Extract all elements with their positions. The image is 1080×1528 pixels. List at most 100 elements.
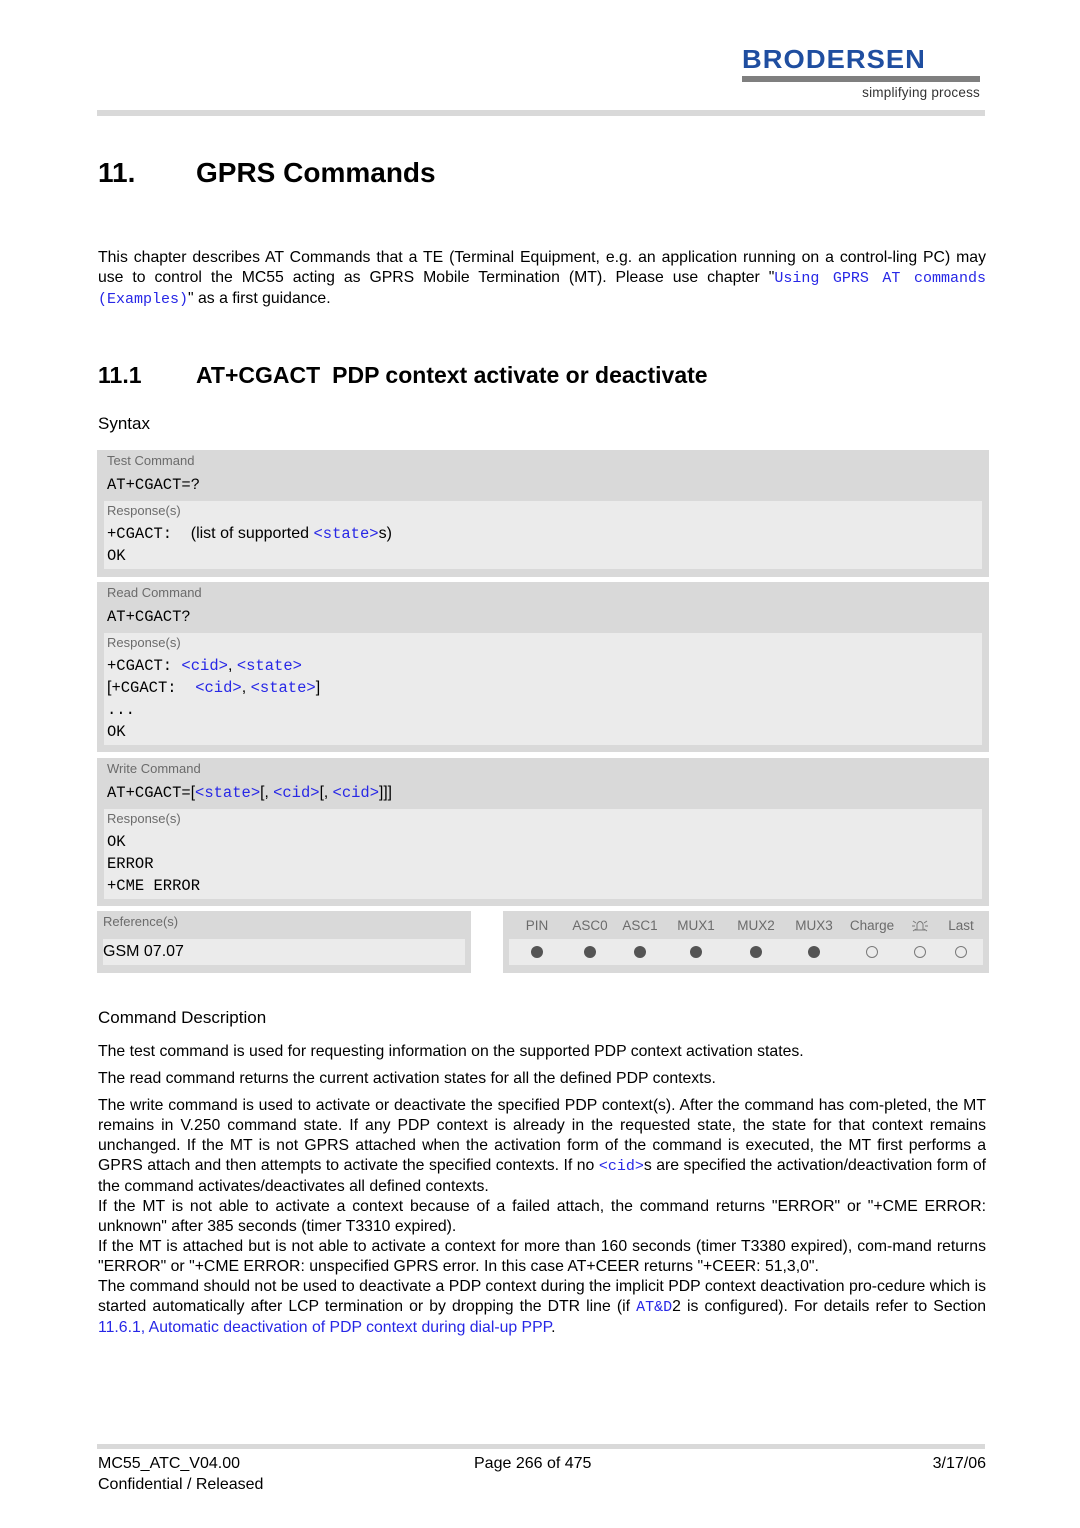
test-command-syntax: AT+CGACT=? [107,476,201,494]
cell-mux2 [727,939,785,965]
response-line: +CME ERROR [107,877,201,895]
bracket: [, [260,784,274,801]
response-line: +CGACT: <cid>, <state> [107,655,979,677]
cell-asc0 [565,939,615,965]
cell-asc1 [615,939,665,965]
support-indicator-icon [914,946,926,958]
bracket-close: ]]] [379,784,392,801]
brand-logo: BRODERSEN simplifying process [742,46,982,100]
col-last: Last [948,917,974,933]
col-pin: PIN [525,917,549,933]
response-prefix: +CGACT: [107,525,173,543]
command-kind-label: Write Command [107,761,201,776]
support-indicator-icon [750,946,762,958]
cell-alarm [901,939,939,965]
support-indicator-icon [584,946,596,958]
reference-label: Reference(s) [103,914,179,929]
footer-status: Confidential / Released [98,1476,264,1493]
footer-date: 3/17/06 [932,1455,986,1472]
interface-support-table: PIN ASC0 ASC1 MUX1 MUX2 MUX3 Charge Last [503,911,989,973]
logo-wordmark: BRODERSEN [742,44,926,74]
param-state-link[interactable]: <state> [237,657,302,675]
support-indicator-icon [531,946,543,958]
param-state-link[interactable]: <state> [195,784,260,802]
syntax-label: Syntax [98,414,150,433]
response-prefix: +CGACT: [107,657,182,675]
bracket: [, [319,784,333,801]
support-indicator-icon [866,946,878,958]
param-cid-link[interactable]: <cid> [599,1158,644,1175]
section-title: PDP context activate or deactivate [332,362,708,388]
responses-panel: Response(s) +CGACT: (list of supported <… [104,501,982,569]
intro-text-end: " as a first guidance. [188,290,331,307]
table-header-row: PIN ASC0 ASC1 MUX1 MUX2 MUX3 Charge Last [509,911,983,939]
support-indicator-icon [634,946,646,958]
cell-last [939,939,983,965]
read-command-syntax: AT+CGACT? [107,608,191,626]
param-state-link[interactable]: <state> [251,679,316,697]
header-divider [97,110,985,116]
cell-charge [843,939,901,965]
paragraph-text: 2 is configured). For details refer to S… [672,1298,986,1315]
reference-box: Reference(s) GSM 07.07 [97,911,471,973]
chapter-number: 11. [98,157,136,188]
responses-label: Response(s) [107,503,181,518]
section-number: 11.1 [98,362,142,388]
section-heading: 11.1 AT+CGACT PDP context activate or deac… [98,361,708,389]
col-mux3: MUX3 [795,917,833,933]
response-ok: OK [107,547,126,565]
cell-pin [509,939,565,965]
write-command-box: Write Command AT+CGACT=[<state>[, <cid>[… [97,758,989,906]
write-command-syntax: AT+CGACT=[<state>[, <cid>[, <cid>]]] [104,777,982,809]
chapter-title: GPRS Commands [196,157,436,188]
response-ellipsis: ... [107,701,135,719]
responses-label: Response(s) [107,635,181,650]
section-link[interactable]: 11.6.1, Automatic deactivation of PDP co… [98,1319,551,1336]
bracket-close: ] [315,679,321,696]
description-paragraph: The read command returns the current act… [98,1070,716,1087]
support-indicator-icon [808,946,820,958]
param-cid-link[interactable]: <cid> [181,657,228,675]
description-paragraph: The test command is used for requesting … [98,1043,804,1060]
param-cid-link[interactable]: <cid> [273,784,320,802]
param-cid-link[interactable]: <cid> [195,679,242,697]
response-text-end: s) [378,525,392,542]
logo-tagline: simplifying process [862,85,980,100]
footer-doc-id: MC55_ATC_V04.00 [98,1455,240,1472]
response-line: ERROR [107,855,154,873]
separator: , [227,657,237,674]
section-command: AT+CGACT [196,362,321,388]
support-indicator-icon [690,946,702,958]
response-line-optional: [+CGACT: <cid>, <state>] [107,677,979,699]
col-mux2: MUX2 [737,917,775,933]
test-command-box: Test Command AT+CGACT=? Response(s) +CGA… [97,450,989,577]
response-prefix: +CGACT: [111,679,186,697]
col-charge: Charge [849,917,895,933]
responses-panel: Response(s) OK ERROR +CME ERROR [104,809,982,899]
command-kind-label: Test Command [107,453,195,468]
cell-mux1 [665,939,727,965]
table-support-row [509,939,983,965]
support-indicator-icon [955,946,967,958]
description-paragraph: The write command is used to activate or… [98,1096,986,1338]
logo-bar [742,76,980,82]
response-text: (list of supported [190,525,314,542]
cell-mux3 [785,939,843,965]
read-command-box: Read Command AT+CGACT? Response(s) +CGAC… [97,582,989,752]
command-prefix: AT+CGACT= [107,784,191,802]
reference-value: GSM 07.07 [103,939,465,965]
col-asc0: ASC0 [572,917,608,933]
paragraph-text: If the MT is not able to activate a cont… [98,1198,986,1235]
param-state-link[interactable]: <state> [313,525,378,543]
col-asc1: ASC1 [622,917,658,933]
footer-divider [97,1444,985,1449]
chapter-heading: 11. GPRS Commands [98,156,436,190]
footer-page-number: Page 266 of 475 [474,1455,592,1472]
command-link[interactable]: AT&D [636,1299,672,1316]
response-line: +CGACT: (list of supported <state>s) [107,523,979,545]
response-line: OK [107,833,126,851]
param-cid-link[interactable]: <cid> [333,784,380,802]
command-kind-label: Read Command [107,585,202,600]
col-mux1: MUX1 [677,917,715,933]
chapter-intro: This chapter describes AT Commands that … [98,248,986,310]
